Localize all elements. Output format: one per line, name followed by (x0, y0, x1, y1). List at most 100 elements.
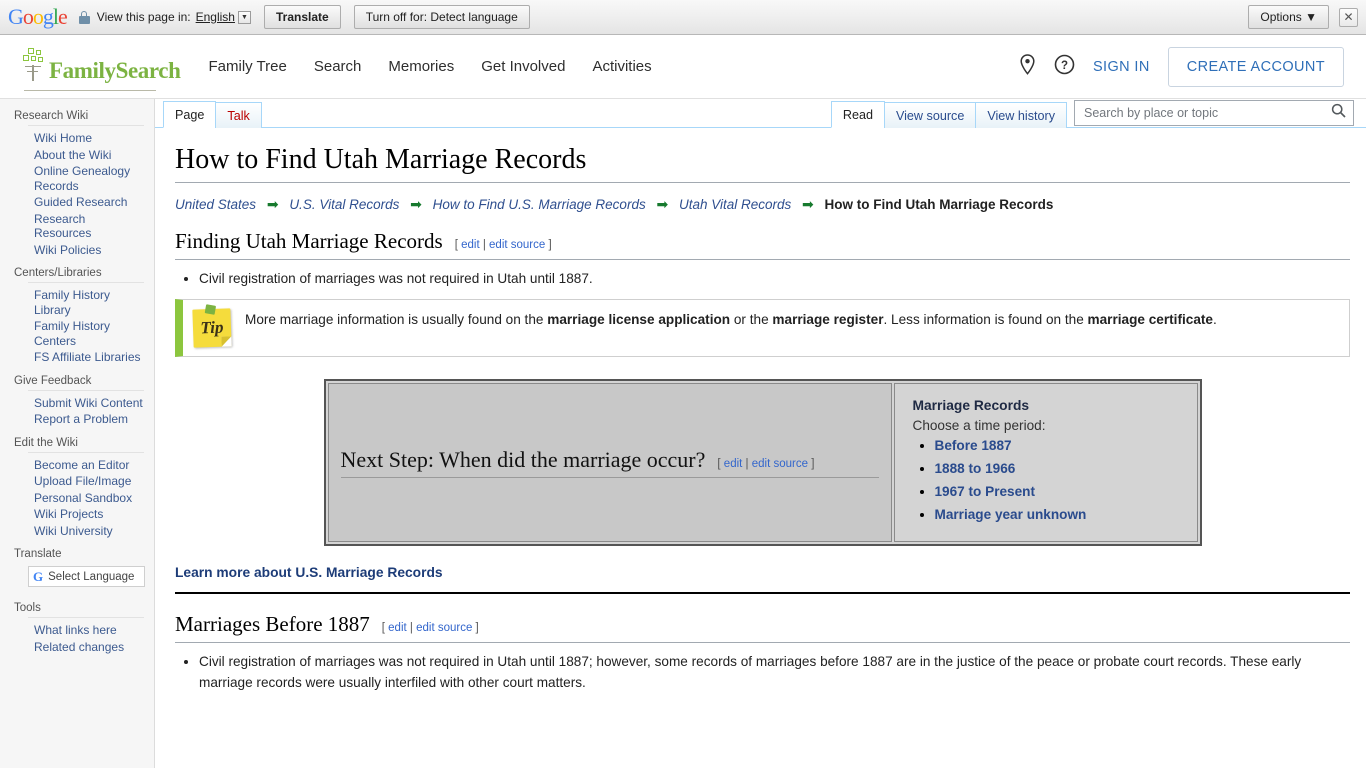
sidebar-group-tools-title: Tools (14, 602, 41, 614)
sidebar-item-guided-research[interactable]: Guided Research (28, 194, 144, 211)
tab-view-source[interactable]: View source (883, 102, 977, 128)
svg-text:?: ? (1061, 60, 1068, 72)
list-item: Personal Sandbox (28, 490, 144, 507)
google-logo: Google (8, 4, 68, 29)
main-nav: Family Tree Search Memories Get Involved… (208, 58, 651, 75)
tip-text-part2: or the (730, 312, 773, 327)
nav-family-tree[interactable]: Family Tree (208, 58, 286, 75)
edit-links: [ edit | edit source ] (454, 239, 552, 251)
tab-bar: Page Talk Read View source View history (155, 99, 1366, 128)
edit-link[interactable]: edit (724, 458, 743, 470)
nav-activities[interactable]: Activities (592, 58, 651, 75)
sidebar-item-upload-file-image[interactable]: Upload File/Image (28, 473, 144, 490)
list-item: Submit Wiki Content (28, 395, 144, 412)
arrow-right-icon: ➡ (802, 196, 814, 212)
edit-source-link[interactable]: edit source (489, 239, 545, 251)
sidebar-item-online-genealogy-records[interactable]: Online Genealogy Records (28, 163, 144, 194)
list-item: Report a Problem (28, 411, 144, 428)
familysearch-logo[interactable]: FamilySearch (22, 47, 181, 91)
sidebar-item-wiki-policies[interactable]: Wiki Policies (28, 242, 144, 259)
sign-in-link[interactable]: SIGN IN (1093, 59, 1150, 75)
list-item: 1888 to 1966 (935, 460, 1187, 478)
section-heading-text: Marriages Before 1887 (175, 612, 370, 636)
sidebar-item-become-an-editor[interactable]: Become an Editor (28, 457, 144, 474)
tab-talk[interactable]: Talk (215, 102, 262, 128)
sidebar-item-personal-sandbox[interactable]: Personal Sandbox (28, 490, 144, 507)
create-account-button[interactable]: CREATE ACCOUNT (1167, 46, 1344, 87)
next-step-left-panel: Next Step: When did the marriage occur? … (327, 383, 892, 542)
marriage-records-subtitle: Choose a time period: (912, 418, 1046, 433)
tree-icon (22, 47, 48, 82)
list-item: Marriage year unknown (935, 506, 1187, 524)
translate-language-link[interactable]: English (196, 10, 235, 24)
sidebar-item-family-history-library[interactable]: Family History Library (28, 287, 144, 318)
breadcrumb-item-united-states[interactable]: United States (175, 197, 256, 212)
tip-note-icon: Tip (192, 304, 232, 348)
nav-search[interactable]: Search (314, 58, 362, 75)
sidebar-item-wiki-home[interactable]: Wiki Home (28, 130, 144, 147)
tab-page[interactable]: Page (163, 101, 217, 128)
sidebar-item-report-a-problem[interactable]: Report a Problem (28, 411, 144, 428)
section-heading-marriages-before-1887: Marriages Before 1887 [ edit | edit sour… (175, 612, 1350, 643)
sidebar-group-tools: What links here Related changes (28, 617, 144, 655)
sidebar-group-centers-libraries: Family History Library Family History Ce… (28, 282, 144, 366)
breadcrumb-item-utah-vital-records[interactable]: Utah Vital Records (679, 197, 791, 212)
sidebar-group-centers-libraries-title: Centers/Libraries (14, 267, 102, 279)
sidebar-item-wiki-projects[interactable]: Wiki Projects (28, 506, 144, 523)
time-period-1967-to-present[interactable]: 1967 to Present (935, 484, 1036, 499)
sidebar-item-wiki-university[interactable]: Wiki University (28, 523, 144, 540)
breadcrumb-item-how-to-find-us-marriage-records[interactable]: How to Find U.S. Marriage Records (433, 197, 646, 212)
select-language-dropdown[interactable]: G Select Language (28, 566, 145, 587)
list-item: Online Genealogy Records (28, 163, 144, 194)
map-pin-icon[interactable] (1019, 53, 1036, 80)
tab-view-history[interactable]: View history (975, 102, 1067, 128)
breadcrumb-item-us-vital-records[interactable]: U.S. Vital Records (289, 197, 399, 212)
translate-options-button[interactable]: Options ▼ (1248, 5, 1329, 29)
edit-source-link[interactable]: edit source (416, 622, 472, 634)
section-heading-text: Finding Utah Marriage Records (175, 229, 443, 253)
marriage-records-title: Marriage Records (912, 398, 1030, 413)
tip-bold-1: marriage license application (547, 312, 731, 327)
sidebar-item-about-the-wiki[interactable]: About the Wiki (28, 147, 144, 164)
sidebar-item-related-changes[interactable]: Related changes (28, 639, 144, 656)
tab-read[interactable]: Read (830, 101, 885, 128)
sidebar-item-submit-wiki-content[interactable]: Submit Wiki Content (28, 395, 144, 412)
edit-source-link[interactable]: edit source (752, 458, 808, 470)
time-period-before-1887[interactable]: Before 1887 (935, 438, 1012, 453)
tip-bold-2: marriage register (772, 312, 884, 327)
search-box[interactable] (1074, 100, 1354, 126)
edit-link[interactable]: edit (388, 622, 407, 634)
list-item: Wiki Policies (28, 242, 144, 259)
sidebar-item-fs-affiliate-libraries[interactable]: FS Affiliate Libraries (28, 349, 144, 366)
tip-text-part1: More marriage information is usually fou… (245, 312, 548, 327)
time-period-1888-to-1966[interactable]: 1888 to 1966 (935, 461, 1016, 476)
tip-bold-3: marriage certificate (1087, 312, 1213, 327)
site-header: FamilySearch Family Tree Search Memories… (0, 35, 1366, 99)
list-item: Upload File/Image (28, 473, 144, 490)
list-item: Civil registration of marriages was not … (199, 268, 1350, 289)
list-item: Wiki Home (28, 130, 144, 147)
time-period-marriage-year-unknown[interactable]: Marriage year unknown (935, 507, 1087, 522)
sidebar-item-research-resources[interactable]: Research Resources (28, 211, 144, 242)
turn-off-translate-button[interactable]: Turn off for: Detect language (353, 5, 530, 29)
section1-bullet-list: Civil registration of marriages was not … (175, 268, 1350, 289)
page-title: How to Find Utah Marriage Records (175, 144, 1350, 183)
list-item: About the Wiki (28, 147, 144, 164)
sidebar-group-give-feedback-title: Give Feedback (14, 374, 92, 387)
nav-get-involved[interactable]: Get Involved (481, 58, 565, 75)
edit-link[interactable]: edit (461, 239, 480, 251)
close-icon[interactable]: ✕ (1339, 7, 1358, 27)
next-step-box: Next Step: When did the marriage occur? … (323, 379, 1202, 546)
help-circle-icon[interactable]: ? (1054, 54, 1075, 80)
search-icon[interactable] (1331, 103, 1346, 123)
search-input[interactable] (1082, 105, 1331, 121)
sidebar-item-family-history-centers[interactable]: Family History Centers (28, 318, 144, 349)
translate-button[interactable]: Translate (263, 5, 341, 29)
nav-memories[interactable]: Memories (388, 58, 454, 75)
learn-more-link[interactable]: Learn more about U.S. Marriage Records (175, 565, 443, 580)
sidebar-item-what-links-here[interactable]: What links here (28, 622, 144, 639)
list-item: Family History Library (28, 287, 144, 318)
arrow-right-icon: ➡ (656, 196, 669, 212)
learn-more-section: Learn more about U.S. Marriage Records (175, 564, 1350, 582)
chevron-down-icon[interactable]: ▼ (237, 10, 251, 24)
